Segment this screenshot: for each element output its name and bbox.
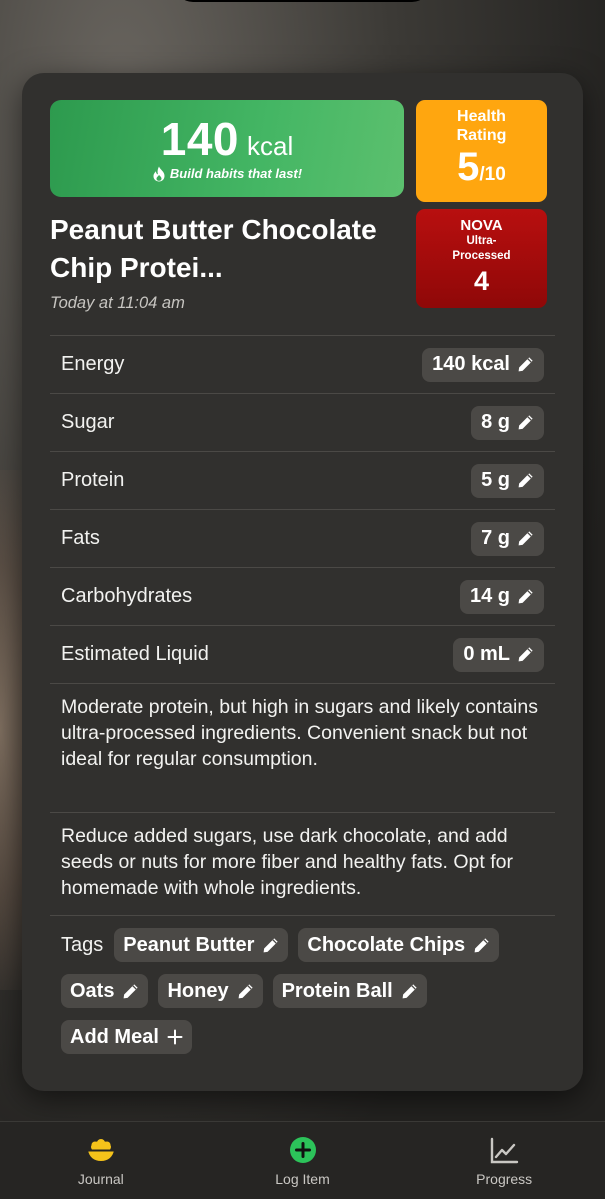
nutrient-row-protein: Protein 5 g — [50, 451, 555, 509]
nutrient-label: Estimated Liquid — [61, 643, 209, 665]
tab-log-item[interactable]: Log Item — [202, 1122, 404, 1199]
pencil-icon — [474, 937, 489, 952]
health-score-denominator: /10 — [479, 164, 506, 185]
tags-section: Tags Peanut Butter Chocolate Chips Oats … — [50, 915, 555, 1054]
tag-chocolate-chips[interactable]: Chocolate Chips — [298, 928, 500, 962]
pencil-icon — [518, 473, 533, 488]
nutrient-value: 0 mL — [463, 643, 510, 665]
calorie-value: 140 — [160, 112, 239, 165]
suggestion-text: Reduce added sugars, use dark chocolate,… — [50, 812, 555, 916]
food-title: Peanut Butter Chocolate Chip Protei... — [50, 214, 377, 283]
tagline-text: Build habits that last! — [169, 166, 303, 181]
liquid-value-button[interactable]: 0 mL — [453, 637, 544, 672]
nutrient-value: 14 g — [469, 585, 510, 607]
pencil-icon — [402, 983, 417, 998]
device-notch — [175, 0, 430, 2]
tag-oats[interactable]: Oats — [61, 974, 149, 1008]
plus-icon — [167, 1029, 183, 1045]
pencil-icon — [238, 983, 253, 998]
tags-row-3: Add Meal — [61, 1020, 192, 1054]
nutrient-label: Protein — [61, 469, 125, 491]
protein-value-button[interactable]: 5 g — [471, 463, 544, 498]
nutrient-value: 7 g — [481, 527, 510, 549]
analysis-text: Moderate protein, but high in sugars and… — [50, 683, 555, 813]
pencil-icon — [518, 415, 533, 430]
tag-peanut-butter[interactable]: Peanut Butter — [114, 928, 289, 962]
nutrient-list: Energy 140 kcal Sugar 8 g Protein 5 g Fa… — [50, 335, 555, 683]
sugar-value-button[interactable]: 8 g — [471, 405, 544, 440]
health-score-value: 5 — [457, 145, 480, 189]
add-meal-label: Add Meal — [70, 1025, 159, 1048]
tab-bar: Journal Log Item Progress — [0, 1121, 605, 1199]
tab-label: Journal — [77, 1171, 124, 1187]
tab-label: Log Item — [275, 1171, 330, 1187]
calorie-summary: 140 kcal Build habits that last! — [50, 100, 404, 197]
nova-subtitle: Ultra-Processed — [452, 235, 511, 262]
pencil-icon — [518, 357, 533, 372]
tags-row-2: Oats Honey Protein Ball — [61, 974, 427, 1008]
chart-line-icon — [490, 1137, 519, 1164]
tag-label: Oats — [70, 979, 115, 1002]
nutrient-row-liquid: Estimated Liquid 0 mL — [50, 625, 555, 683]
tab-progress[interactable]: Progress — [403, 1122, 605, 1199]
calorie-unit: kcal — [247, 130, 294, 161]
nutrient-row-carbohydrates: Carbohydrates 14 g — [50, 567, 555, 625]
nutrient-label: Sugar — [61, 411, 115, 433]
health-rating-title: Health Rating — [456, 108, 507, 144]
nutrient-value: 5 g — [481, 469, 510, 491]
pencil-icon — [518, 589, 533, 604]
pencil-icon — [124, 983, 139, 998]
tag-honey[interactable]: Honey — [158, 974, 263, 1008]
health-rating-badge: Health Rating 5 /10 — [416, 100, 547, 202]
tagline: Build habits that last! — [152, 166, 302, 182]
food-timestamp: Today at 11:04 am — [50, 294, 185, 312]
nutrient-label: Carbohydrates — [61, 585, 193, 607]
fats-value-button[interactable]: 7 g — [471, 521, 544, 556]
nutrient-row-energy: Energy 140 kcal — [50, 335, 555, 393]
energy-value-button[interactable]: 140 kcal — [422, 347, 544, 382]
nova-value: 4 — [473, 266, 490, 296]
nova-badge: NOVA Ultra-Processed 4 — [416, 209, 547, 308]
carbohydrates-value-button[interactable]: 14 g — [459, 579, 544, 614]
nutrient-row-sugar: Sugar 8 g — [50, 393, 555, 451]
tags-row-1: Tags Peanut Butter Chocolate Chips — [61, 928, 500, 962]
flame-icon — [153, 166, 165, 181]
plus-circle-icon — [289, 1137, 316, 1163]
pencil-icon — [518, 531, 533, 546]
tag-label: Protein Ball — [281, 979, 393, 1002]
nutrient-value: 8 g — [481, 411, 510, 433]
health-rating-score: 5 /10 — [457, 145, 506, 190]
nutrient-value: 140 kcal — [432, 353, 510, 375]
pencil-icon — [263, 937, 278, 952]
tab-journal[interactable]: Journal — [0, 1122, 202, 1199]
tags-label: Tags — [61, 933, 104, 956]
add-meal-button[interactable]: Add Meal — [61, 1020, 192, 1054]
nutrient-row-fats: Fats 7 g — [50, 509, 555, 567]
nutrient-label: Fats — [61, 527, 100, 549]
tab-label: Progress — [476, 1171, 533, 1187]
tag-label: Peanut Butter — [123, 933, 255, 956]
nutrient-label: Energy — [61, 353, 125, 375]
tag-label: Chocolate Chips — [307, 933, 466, 956]
bowl-icon — [87, 1139, 114, 1161]
food-detail-card: 140 kcal Build habits that last! Health … — [22, 73, 583, 1091]
tag-protein-ball[interactable]: Protein Ball — [272, 974, 427, 1008]
tag-label: Honey — [167, 979, 229, 1002]
pencil-icon — [518, 647, 533, 662]
nova-title: NOVA — [460, 217, 503, 234]
